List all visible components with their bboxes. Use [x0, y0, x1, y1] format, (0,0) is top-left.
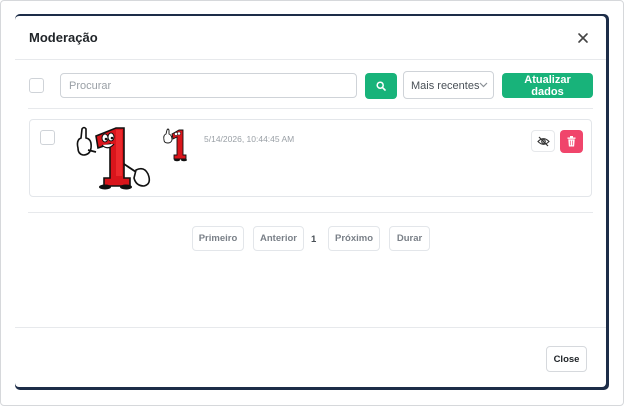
- hide-item-button[interactable]: [531, 130, 555, 152]
- footer-divider: [15, 327, 606, 328]
- close-icon[interactable]: [576, 31, 590, 45]
- pagination-previous-button[interactable]: Anterior: [253, 226, 304, 251]
- moderation-modal: Moderação Mais recentes Atualizar dados: [15, 16, 606, 387]
- search-input[interactable]: [60, 73, 357, 98]
- eye-off-icon: [537, 136, 550, 147]
- pagination-current-page: 1: [311, 234, 317, 245]
- search-icon: [376, 81, 386, 91]
- toolbar-divider: [28, 108, 593, 109]
- modal-header: Moderação: [15, 16, 606, 60]
- select-all-checkbox[interactable]: [29, 78, 44, 93]
- item-checkbox[interactable]: [40, 130, 55, 145]
- search-button[interactable]: [365, 73, 397, 99]
- pagination-next-button[interactable]: Próximo: [328, 226, 380, 251]
- moderation-item: 5/14/2026, 10:44:45 AM: [29, 119, 592, 197]
- pagination-first-button[interactable]: Primeiro: [192, 226, 244, 251]
- pagination-duration-button[interactable]: Durar: [389, 226, 430, 251]
- trash-icon: [567, 136, 576, 147]
- item-timestamp: 5/14/2026, 10:44:45 AM: [204, 134, 295, 144]
- list-divider: [28, 212, 593, 213]
- delete-item-button[interactable]: [560, 130, 583, 153]
- close-button[interactable]: Close: [546, 346, 587, 372]
- chevron-down-icon: [479, 82, 488, 88]
- sort-select[interactable]: Mais recentes: [403, 71, 494, 99]
- sort-select-value: Mais recentes: [411, 80, 480, 92]
- sticker-image: [76, 126, 151, 190]
- modal-title: Moderação: [29, 30, 98, 45]
- refresh-data-button[interactable]: Atualizar dados: [502, 73, 593, 98]
- sticker-thumbnail: [163, 128, 187, 162]
